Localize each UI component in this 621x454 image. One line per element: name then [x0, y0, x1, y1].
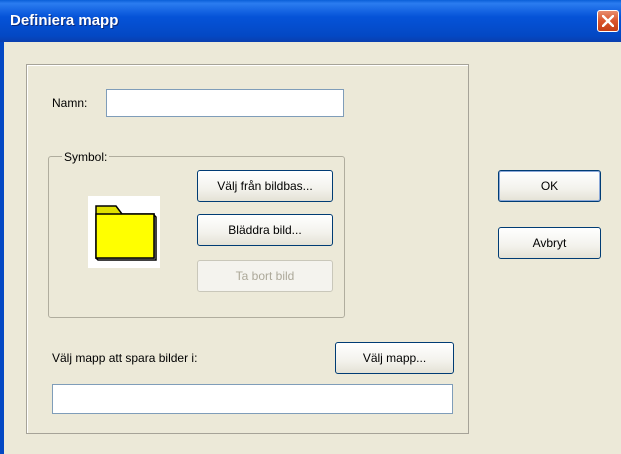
cancel-button[interactable]: Avbryt: [498, 227, 601, 259]
title-bar[interactable]: Definiera mapp: [0, 0, 621, 42]
remove-image-button[interactable]: Ta bort bild: [197, 260, 333, 292]
choose-from-library-button[interactable]: Välj från bildbas...: [197, 170, 333, 202]
folder-path-input[interactable]: [52, 384, 453, 414]
browse-image-button[interactable]: Bläddra bild...: [197, 214, 333, 246]
ok-button[interactable]: OK: [498, 170, 601, 202]
define-folder-dialog: Definiera mapp Namn: Symbol: Välj från b…: [0, 0, 621, 454]
folder-icon: [95, 205, 157, 261]
window-frame-left: [0, 42, 4, 454]
save-folder-label: Välj mapp att spara bilder i:: [52, 351, 198, 365]
name-label: Namn:: [52, 96, 88, 110]
close-button[interactable]: [597, 10, 619, 32]
window-title: Definiera mapp: [10, 12, 119, 29]
symbol-group-label: Symbol:: [62, 150, 110, 164]
choose-folder-button[interactable]: Välj mapp...: [335, 342, 454, 374]
close-icon: [602, 15, 614, 27]
name-input[interactable]: [106, 89, 344, 117]
symbol-preview: [88, 196, 160, 268]
